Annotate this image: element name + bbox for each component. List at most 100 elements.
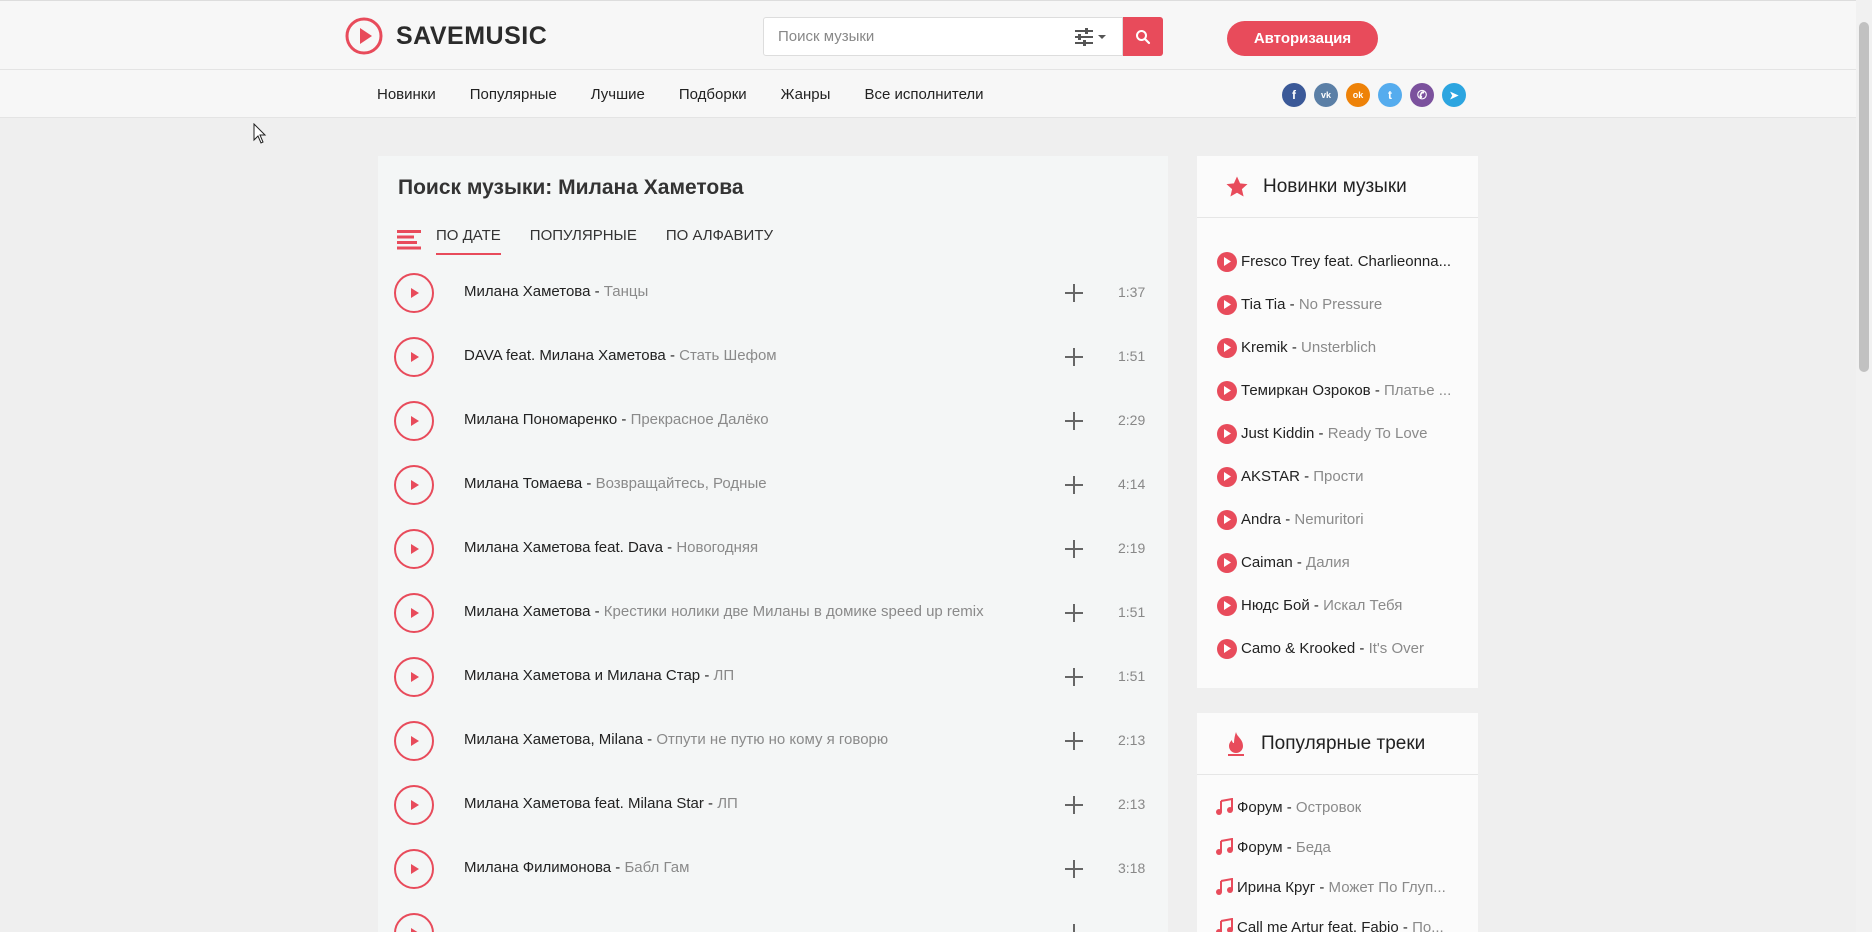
track-artist: Милана Томаева: [464, 475, 583, 492]
play-icon: [411, 736, 419, 746]
list-item-song: No Pressure: [1298, 296, 1383, 313]
track-title[interactable]: Милана Хаметова feat. Milana Star - ЛП: [464, 795, 738, 812]
viber-icon[interactable]: ✆: [1410, 83, 1434, 107]
add-to-playlist-icon[interactable]: [1064, 795, 1084, 815]
play-icon[interactable]: [1217, 294, 1237, 315]
play-button[interactable]: [394, 849, 434, 889]
list-item-song: По...: [1412, 918, 1444, 932]
list-item[interactable]: Темиркан Озроков - Платье ...: [1197, 369, 1478, 412]
list-item[interactable]: Форум - Островок: [1197, 787, 1478, 827]
list-item-song: Прости: [1313, 468, 1364, 485]
track-artist: Милана Хаметова: [464, 603, 591, 620]
search-filter-button[interactable]: [1074, 28, 1106, 46]
list-item[interactable]: Ирина Круг - Может По Глуп...: [1197, 867, 1478, 907]
list-item[interactable]: Andra - Nemuritori: [1197, 498, 1478, 541]
track-title[interactable]: Милана Хаметова, Milana - Отпути не путю…: [464, 731, 888, 748]
add-to-playlist-icon[interactable]: [1064, 603, 1084, 623]
play-button[interactable]: [394, 337, 434, 377]
play-icon[interactable]: [1217, 638, 1237, 659]
auth-button[interactable]: Авторизация: [1227, 21, 1378, 56]
play-icon[interactable]: [1217, 595, 1237, 616]
logo[interactable]: SAVEMUSIC: [344, 16, 547, 56]
add-to-playlist-icon[interactable]: [1064, 859, 1084, 879]
add-to-playlist-icon[interactable]: [1064, 923, 1084, 932]
track-song: Прекрасное Далёко: [630, 411, 769, 428]
list-item[interactable]: Kremik - Unsterblich: [1197, 326, 1478, 369]
music-note-icon: [1216, 918, 1233, 932]
sort-tabs: ПО ДАТЕ ПОПУЛЯРНЫЕ ПО АЛФАВИТУ: [436, 227, 802, 255]
telegram-icon[interactable]: ➤: [1442, 83, 1466, 107]
nav-item-all-artists[interactable]: Все исполнители: [864, 86, 983, 103]
track-title[interactable]: Милана Пономаренко - Прекрасное Далёко: [464, 411, 769, 428]
list-item[interactable]: Just Kiddin - Ready To Love: [1197, 412, 1478, 455]
track-title[interactable]: Милана Филимонова - Бабл Гам: [464, 859, 689, 876]
track-title[interactable]: DAVA feat. Милана Хаметова - Стать Шефом: [464, 347, 777, 364]
tab-alphabetical[interactable]: ПО АЛФАВИТУ: [666, 227, 773, 255]
track-title[interactable]: Милана Хаметова feat. Dava - Новогодняя: [464, 539, 758, 556]
track-title[interactable]: Милана Хаметова - Крестики нолики две Ми…: [464, 603, 984, 620]
add-to-playlist-icon[interactable]: [1064, 539, 1084, 559]
list-item[interactable]: Call me Artur feat. Fabio - По...: [1197, 907, 1478, 932]
play-button[interactable]: [394, 785, 434, 825]
play-icon[interactable]: [1217, 466, 1237, 487]
track-duration: 1:37: [1118, 284, 1146, 300]
play-button[interactable]: [394, 657, 434, 697]
play-icon[interactable]: [1217, 337, 1237, 358]
list-item[interactable]: Camo & Krooked - It's Over: [1197, 627, 1478, 670]
list-item[interactable]: Tia Tia - No Pressure: [1197, 283, 1478, 326]
new-music-title: Новинки музыки: [1263, 175, 1407, 197]
twitter-icon[interactable]: t: [1378, 83, 1402, 107]
play-icon[interactable]: [1217, 509, 1237, 530]
search-button[interactable]: [1123, 17, 1163, 56]
play-icon[interactable]: [1217, 251, 1237, 272]
search-input[interactable]: [764, 28, 1044, 45]
search-results-panel: Поиск музыки: Милана Хаметова ПО ДАТЕ ПО…: [378, 156, 1168, 932]
new-music-list: Fresco Trey feat. Charlieonna... Tia Tia…: [1197, 218, 1478, 670]
list-item[interactable]: Fresco Trey feat. Charlieonna...: [1197, 240, 1478, 283]
odnoklassniki-icon[interactable]: ok: [1346, 83, 1370, 107]
popular-tracks-title: Популярные треки: [1261, 732, 1426, 754]
facebook-icon[interactable]: f: [1282, 83, 1306, 107]
track-title[interactable]: Милана Хаметова и Милана Стар - ЛП: [464, 667, 734, 684]
scrollbar-thumb[interactable]: [1859, 22, 1869, 372]
tab-by-date[interactable]: ПО ДАТЕ: [436, 227, 501, 255]
play-icon: [411, 608, 419, 618]
play-button[interactable]: [394, 721, 434, 761]
play-icon[interactable]: [1217, 552, 1237, 573]
track-title[interactable]: Милана Хаметова - Танцы: [464, 283, 648, 300]
play-button[interactable]: [394, 401, 434, 441]
track-title[interactable]: Милана Томаева - Возвращайтесь, Родные: [464, 475, 767, 492]
list-item[interactable]: AKSTAR - Прости: [1197, 455, 1478, 498]
list-item-artist: Just Kiddin: [1241, 425, 1315, 442]
list-item-song: Искал Тебя: [1323, 597, 1403, 614]
play-icon[interactable]: [1217, 380, 1237, 401]
play-button[interactable]: [394, 593, 434, 633]
list-item[interactable]: Форум - Беда: [1197, 827, 1478, 867]
play-icon[interactable]: [1217, 423, 1237, 444]
add-to-playlist-icon[interactable]: [1064, 283, 1084, 303]
add-to-playlist-icon[interactable]: [1064, 731, 1084, 751]
play-button[interactable]: [394, 913, 434, 932]
tab-popular[interactable]: ПОПУЛЯРНЫЕ: [530, 227, 637, 255]
list-item-artist: Нюдс Бой: [1241, 597, 1310, 614]
track-song: Новогодняя: [676, 539, 759, 556]
nav-item-new[interactable]: Новинки: [377, 86, 436, 103]
vk-icon[interactable]: vk: [1314, 83, 1338, 107]
add-to-playlist-icon[interactable]: [1064, 667, 1084, 687]
play-icon: [411, 480, 419, 490]
list-item[interactable]: Нюдс Бой - Искал Тебя: [1197, 584, 1478, 627]
nav-item-popular[interactable]: Популярные: [470, 86, 557, 103]
play-button[interactable]: [394, 273, 434, 313]
add-to-playlist-icon[interactable]: [1064, 411, 1084, 431]
add-to-playlist-icon[interactable]: [1064, 475, 1084, 495]
mouse-cursor-icon: [253, 123, 267, 144]
list-item[interactable]: Caiman - Далия: [1197, 541, 1478, 584]
nav-item-genres[interactable]: Жанры: [781, 86, 831, 103]
page-scrollbar[interactable]: [1856, 0, 1872, 932]
nav-item-best[interactable]: Лучшие: [591, 86, 645, 103]
play-button[interactable]: [394, 465, 434, 505]
play-button[interactable]: [394, 529, 434, 569]
nav-item-collections[interactable]: Подборки: [679, 86, 747, 103]
track-artist: Милана Хаметова: [464, 283, 591, 300]
add-to-playlist-icon[interactable]: [1064, 347, 1084, 367]
